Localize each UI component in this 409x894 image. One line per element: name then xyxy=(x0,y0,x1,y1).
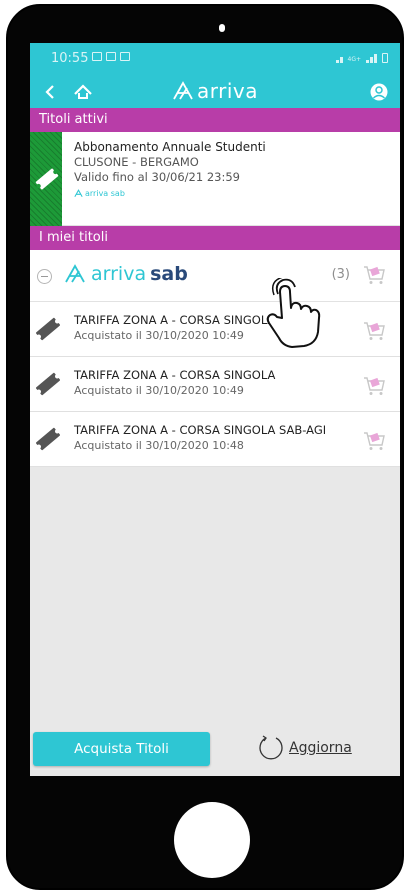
my-titles-header: I miei titoli xyxy=(30,226,400,250)
hand-pointer-icon xyxy=(266,278,321,348)
ticket-icon xyxy=(36,427,60,451)
active-brand-text: arriva sab xyxy=(85,189,125,198)
arriva-logo: arriva xyxy=(172,79,258,103)
ticket-date: Acquistato il 30/10/2020 10:49 xyxy=(74,384,244,397)
home-button[interactable] xyxy=(71,82,95,102)
ticket-group-header[interactable]: arriva sab (3) xyxy=(30,250,400,302)
app-bar: arriva xyxy=(30,76,400,108)
status-indicators: 4G+ xyxy=(335,53,388,63)
ticket-row[interactable]: TARIFFA ZONA A - CORSA SINGOLA Acquistat… xyxy=(30,357,400,412)
buy-titles-button[interactable]: Acquista Titoli xyxy=(33,732,210,766)
ticket-row[interactable]: TARIFFA ZONA A - CORSA SINGOLA Acquistat… xyxy=(30,302,400,357)
status-bar: 10:55 4G+ xyxy=(30,43,400,76)
camera-dot xyxy=(219,24,225,32)
phone-home-button[interactable] xyxy=(174,802,250,878)
ticket-icon xyxy=(35,168,59,190)
home-icon xyxy=(74,84,92,99)
active-ticket-route: CLUSONE - BERGAMO xyxy=(74,155,199,169)
ticket-row[interactable]: TARIFFA ZONA A - CORSA SINGOLA SAB-AGI A… xyxy=(30,412,400,467)
arriva-sab-logo: arriva sab xyxy=(74,189,266,198)
ticket-icon xyxy=(36,317,60,341)
network-type: 4G+ xyxy=(347,56,362,63)
arriva-sab-group-logo: arriva sab xyxy=(63,263,188,285)
logo-text: arriva xyxy=(197,79,258,103)
ticket-title: TARIFFA ZONA A - CORSA SINGOLA SAB-AGI xyxy=(74,423,327,437)
ticket-title: TARIFFA ZONA A - CORSA SINGOLA xyxy=(74,313,276,327)
screen-icon xyxy=(92,52,102,61)
active-ticket-validity: Valido fino al 30/06/21 23:59 xyxy=(74,170,240,184)
ticket-date: Acquistato il 30/10/2020 10:48 xyxy=(74,439,244,452)
message-icon xyxy=(120,52,130,61)
active-titles-header: Titoli attivi xyxy=(30,108,400,132)
signal-icon xyxy=(335,57,343,63)
cart-icon[interactable] xyxy=(362,430,386,452)
refresh-button[interactable]: Aggiorna xyxy=(256,733,352,763)
battery-icon xyxy=(382,53,388,63)
notification-icons xyxy=(92,52,130,61)
cart-icon[interactable] xyxy=(362,320,386,342)
chevron-left-icon xyxy=(45,85,54,99)
group-brand-sab: sab xyxy=(150,263,188,285)
status-time: 10:55 xyxy=(51,51,89,66)
refresh-icon xyxy=(259,735,283,760)
signal-icon-2 xyxy=(366,54,377,63)
ticket-title: TARIFFA ZONA A - CORSA SINGOLA xyxy=(74,368,276,382)
profile-button[interactable] xyxy=(370,83,388,101)
cart-icon[interactable] xyxy=(362,264,386,286)
user-icon xyxy=(370,83,388,101)
active-ticket-title: Abbonamento Annuale Studenti xyxy=(74,140,266,154)
app-screen: 10:55 4G+ arriva Titoli attivi Abbonamen… xyxy=(30,43,400,776)
ticket-date: Acquistato il 30/10/2020 10:49 xyxy=(74,329,244,342)
cart-icon[interactable] xyxy=(362,375,386,397)
arriva-logo-icon xyxy=(65,264,85,283)
back-button[interactable] xyxy=(40,82,62,102)
arriva-logo-icon xyxy=(173,81,193,100)
image-icon xyxy=(106,52,116,61)
collapse-icon[interactable] xyxy=(37,269,52,284)
active-ticket-card[interactable]: Abbonamento Annuale Studenti CLUSONE - B… xyxy=(30,132,400,226)
group-brand-arriva: arriva xyxy=(91,263,147,285)
group-count: (3) xyxy=(331,267,350,282)
arriva-logo-icon xyxy=(74,189,83,198)
ticket-icon xyxy=(36,372,60,396)
refresh-label: Aggiorna xyxy=(289,740,352,756)
